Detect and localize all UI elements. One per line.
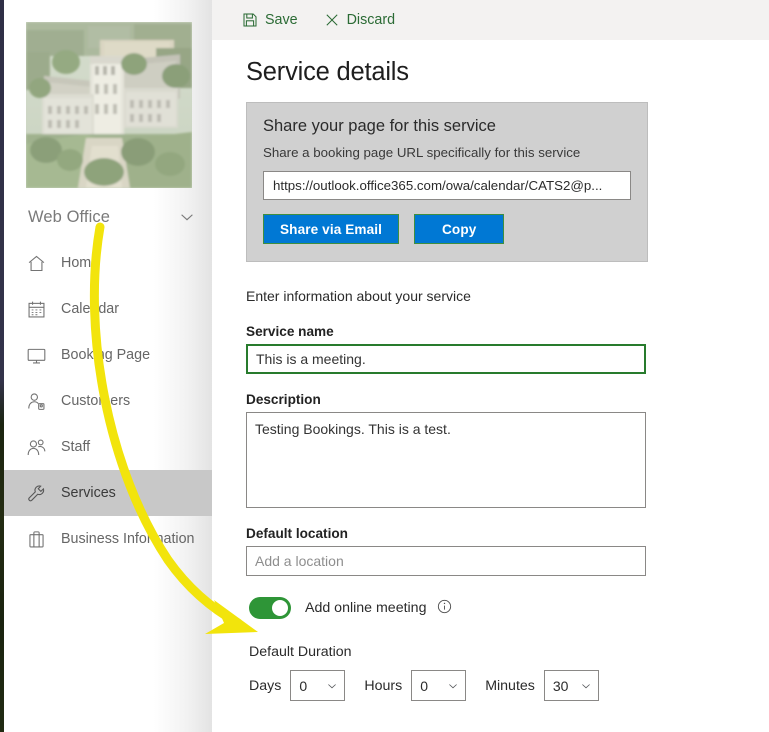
- days-value: 0: [299, 677, 308, 694]
- info-icon[interactable]: [437, 599, 452, 614]
- sidebar: Web Office Home Calendar Booking Page Cu…: [4, 0, 212, 732]
- save-icon: [243, 13, 257, 27]
- chevron-down-icon: [181, 214, 193, 221]
- main-pane: Save Discard Service details Share your …: [212, 0, 769, 732]
- description-group: Description Testing Bookings. This is a …: [246, 392, 769, 508]
- discard-button[interactable]: Discard: [324, 12, 395, 28]
- chevron-down-icon: [328, 683, 337, 688]
- service-name-input[interactable]: This is a meeting.: [246, 344, 646, 374]
- close-icon: [326, 14, 338, 26]
- chevron-down-icon: [449, 683, 458, 688]
- app-root: Web Office Home Calendar Booking Page Cu…: [0, 0, 769, 732]
- share-panel: Share your page for this service Share a…: [246, 102, 648, 262]
- people-icon: [27, 439, 46, 455]
- share-url-input[interactable]: https://outlook.office365.com/owa/calend…: [263, 171, 631, 200]
- discard-label: Discard: [346, 12, 396, 28]
- home-icon: [28, 255, 45, 271]
- share-via-email-button[interactable]: Share via Email: [263, 214, 399, 244]
- default-location-input[interactable]: Add a location: [246, 546, 646, 576]
- calendar-icon: [28, 301, 45, 317]
- default-duration-title: Default Duration: [249, 644, 352, 660]
- days-select[interactable]: 0: [290, 670, 346, 701]
- online-meeting-row: Add online meeting: [249, 597, 769, 619]
- sidebar-item-customers[interactable]: Customers: [4, 378, 212, 424]
- minutes-select[interactable]: 30: [543, 670, 599, 701]
- hours-value: 0: [420, 677, 428, 694]
- minutes-value: 30: [552, 677, 569, 694]
- sidebar-item-label: Booking Page: [61, 347, 151, 363]
- sidebar-item-label: Calendar: [61, 301, 120, 317]
- sidebar-item-booking-page[interactable]: Booking Page: [4, 332, 212, 378]
- default-location-group: Default location Add a location: [246, 526, 769, 576]
- days-label: Days: [249, 677, 282, 694]
- default-location-label: Default location: [246, 526, 348, 541]
- sidebar-item-home[interactable]: Home: [4, 240, 212, 286]
- person-badge-icon: [28, 392, 45, 410]
- sidebar-item-staff[interactable]: Staff: [4, 424, 212, 470]
- sidebar-item-business-information[interactable]: Business Information: [4, 516, 212, 562]
- hours-select[interactable]: 0: [411, 670, 467, 701]
- description-label: Description: [246, 392, 321, 407]
- sidebar-item-label: Services: [61, 485, 116, 501]
- sidebar-item-label: Staff: [61, 439, 91, 455]
- sidebar-item-label: Home: [61, 255, 100, 271]
- business-photo-thumbnail: [26, 22, 192, 188]
- command-bar: Save Discard: [212, 0, 769, 40]
- briefcase-icon: [29, 530, 44, 547]
- copy-url-button[interactable]: Copy: [414, 214, 505, 244]
- monitor-icon: [27, 348, 46, 363]
- sidebar-item-label: Customers: [61, 393, 131, 409]
- default-duration-row: Days 0 Hours 0 Minutes 30: [249, 670, 769, 701]
- service-name-label: Service name: [246, 324, 334, 339]
- wrench-icon: [28, 484, 45, 501]
- share-panel-title: Share your page for this service: [263, 117, 496, 135]
- sidebar-nav: Home Calendar Booking Page Customers Sta…: [4, 240, 212, 562]
- service-details-form: Service details Share your page for this…: [212, 40, 769, 701]
- hours-label: Hours: [364, 677, 403, 694]
- save-button[interactable]: Save: [242, 12, 298, 28]
- share-panel-subtitle: Share a booking page URL specifically fo…: [263, 145, 581, 160]
- page-title: Service details: [246, 58, 409, 86]
- minutes-label: Minutes: [485, 677, 535, 694]
- sidebar-item-label: Business Information: [61, 531, 195, 547]
- add-online-meeting-toggle[interactable]: [249, 597, 291, 619]
- org-name: Web Office: [28, 207, 111, 226]
- campus-aerial-photo: [26, 22, 192, 188]
- description-textarea[interactable]: Testing Bookings. This is a test.: [246, 412, 646, 508]
- service-name-group: Service name This is a meeting.: [246, 324, 769, 374]
- online-meeting-label-wrap: Add online meeting: [305, 599, 452, 617]
- form-intro-text: Enter information about your service: [246, 288, 471, 304]
- sidebar-item-services[interactable]: Services: [4, 470, 212, 516]
- add-online-meeting-label: Add online meeting: [305, 600, 427, 616]
- org-switcher[interactable]: Web Office: [4, 198, 212, 236]
- sidebar-item-calendar[interactable]: Calendar: [4, 286, 212, 332]
- save-label: Save: [265, 12, 298, 28]
- share-button-row: Share via Email Copy: [263, 214, 631, 244]
- toggle-knob: [272, 600, 288, 616]
- chevron-down-icon: [582, 683, 590, 688]
